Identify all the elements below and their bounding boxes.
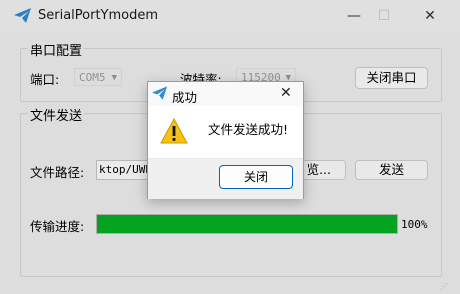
app-icon — [152, 86, 168, 100]
dialog-title-bar: 成功 ✕ — [148, 82, 303, 106]
success-dialog: 成功 ✕ 文件发送成功! 关闭 — [147, 81, 304, 199]
warning-icon — [160, 118, 188, 144]
dialog-close-button[interactable]: 关闭 — [219, 165, 293, 189]
dialog-message: 文件发送成功! — [208, 122, 289, 137]
dialog-title: 成功 — [172, 90, 198, 105]
dialog-close-icon[interactable]: ✕ — [280, 85, 292, 101]
